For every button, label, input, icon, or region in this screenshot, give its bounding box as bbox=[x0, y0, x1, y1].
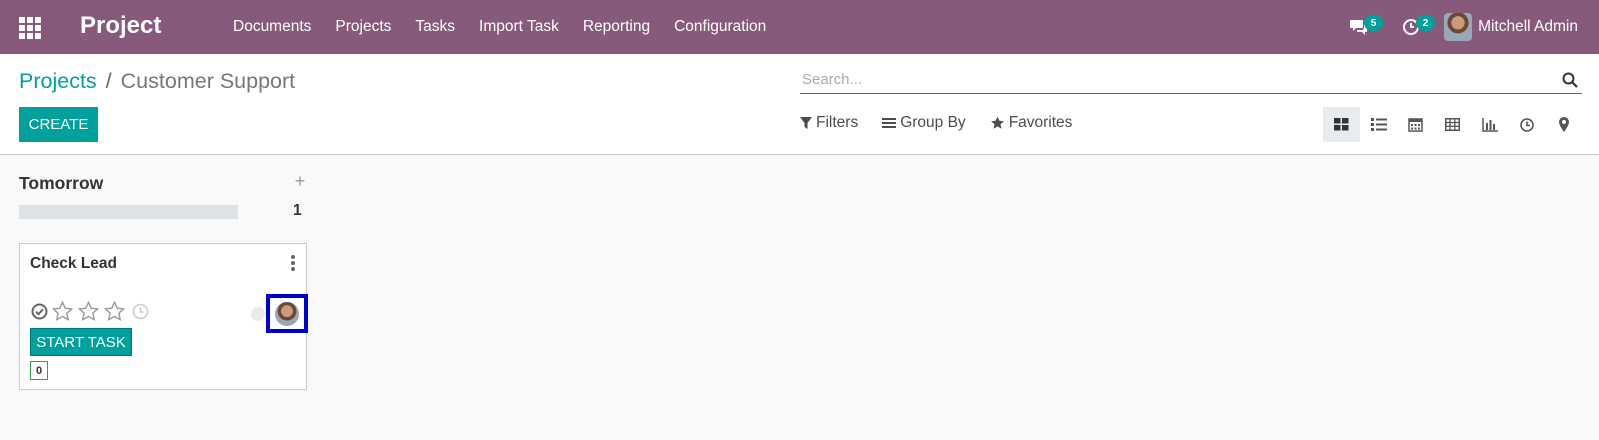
assignee-avatar bbox=[275, 301, 299, 326]
card-footer-left bbox=[29, 299, 153, 323]
messages-button[interactable]: 5 bbox=[1344, 0, 1384, 54]
map-view-icon[interactable] bbox=[1545, 107, 1582, 142]
menu-item-documents[interactable]: Documents bbox=[221, 18, 323, 36]
pivot-view-icon[interactable] bbox=[1434, 107, 1471, 142]
breadcrumb-separator: / bbox=[105, 69, 112, 93]
menu-item-import-task[interactable]: Import Task bbox=[467, 18, 571, 36]
search-bar bbox=[800, 66, 1582, 94]
favorites-label: Favorites bbox=[1008, 114, 1073, 131]
breadcrumb: Projects / Customer Support bbox=[19, 69, 295, 94]
search-input[interactable] bbox=[800, 71, 1558, 88]
top-navbar: Project Documents Projects Tasks Import … bbox=[0, 0, 1599, 54]
activities-count-badge: 2 bbox=[1416, 15, 1436, 31]
user-name: Mitchell Admin bbox=[1478, 18, 1578, 35]
messages-count-badge: 5 bbox=[1364, 15, 1384, 31]
column-title: Tomorrow bbox=[19, 173, 104, 193]
priority-star-icon[interactable] bbox=[75, 299, 101, 323]
calendar-view-icon[interactable] bbox=[1397, 107, 1434, 142]
activity-clock-icon[interactable] bbox=[127, 299, 153, 323]
graph-view-icon[interactable] bbox=[1471, 107, 1508, 142]
timesheet-counter-badge: 0 bbox=[30, 361, 48, 380]
systray: 5 2 Mitchell Admin bbox=[1344, 0, 1599, 54]
filters-label: Filters bbox=[816, 114, 859, 131]
apps-grid-icon[interactable] bbox=[19, 17, 41, 39]
main-menu: Documents Projects Tasks Import Task Rep… bbox=[221, 0, 778, 54]
user-avatar bbox=[1444, 13, 1473, 41]
column-record-count: 1 bbox=[293, 202, 302, 219]
breadcrumb-projects-link[interactable]: Projects bbox=[19, 69, 97, 94]
bars-icon bbox=[882, 118, 897, 128]
user-menu[interactable]: Mitchell Admin bbox=[1444, 13, 1578, 41]
app-brand[interactable]: Project bbox=[80, 12, 161, 40]
card-dropdown-icon[interactable] bbox=[286, 253, 300, 273]
assignee-avatar-highlight[interactable] bbox=[266, 294, 308, 333]
kanban-view-icon[interactable] bbox=[1323, 107, 1360, 142]
control-panel: Projects / Customer Support CREATE Filte… bbox=[0, 54, 1599, 155]
filters-button[interactable]: Filters bbox=[800, 114, 858, 132]
activity-view-icon[interactable] bbox=[1508, 107, 1545, 142]
start-task-button[interactable]: START TASK bbox=[30, 328, 132, 356]
favorites-button[interactable]: Favorites bbox=[990, 114, 1073, 132]
menu-item-configuration[interactable]: Configuration bbox=[662, 18, 778, 36]
kanban-card[interactable]: Check Lead START TASK 0 bbox=[19, 243, 308, 390]
priority-star-icon[interactable] bbox=[49, 299, 75, 323]
view-switcher bbox=[1323, 107, 1582, 142]
search-icon[interactable] bbox=[1558, 68, 1582, 92]
activities-button[interactable]: 2 bbox=[1396, 0, 1436, 54]
check-circle-icon[interactable] bbox=[29, 299, 49, 323]
card-title: Check Lead bbox=[30, 255, 118, 272]
menu-item-tasks[interactable]: Tasks bbox=[403, 18, 467, 36]
breadcrumb-current: Customer Support bbox=[120, 69, 296, 93]
menu-item-projects[interactable]: Projects bbox=[323, 18, 403, 36]
column-quick-create-icon[interactable]: + bbox=[292, 171, 308, 191]
star-icon bbox=[990, 116, 1004, 129]
search-options: Filters Group By Favorites bbox=[800, 114, 1096, 132]
column-progress-bar[interactable] bbox=[19, 205, 238, 219]
create-button[interactable]: CREATE bbox=[19, 107, 98, 142]
priority-star-icon[interactable] bbox=[101, 299, 127, 323]
filter-icon bbox=[800, 117, 812, 129]
group-by-label: Group By bbox=[900, 114, 966, 131]
group-by-button[interactable]: Group By bbox=[882, 114, 966, 132]
list-view-icon[interactable] bbox=[1360, 107, 1397, 142]
kanban-state-dot[interactable] bbox=[251, 307, 265, 321]
menu-item-reporting[interactable]: Reporting bbox=[571, 18, 662, 36]
